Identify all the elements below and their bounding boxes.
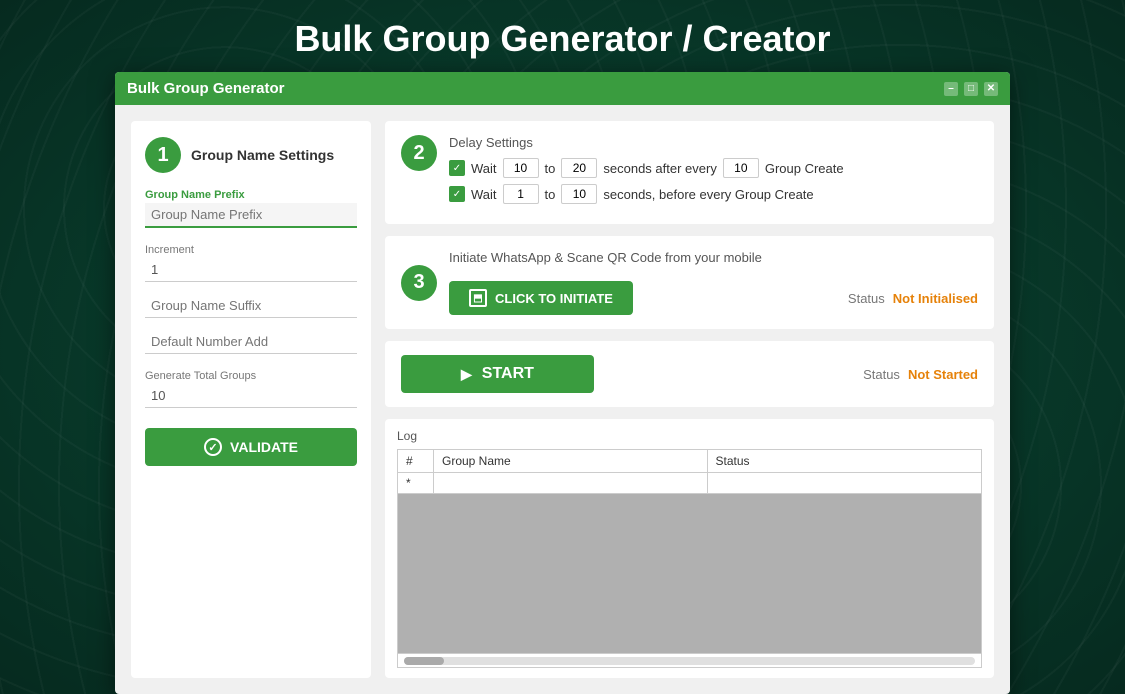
- step3-circle: 3: [401, 265, 437, 301]
- step1-header: 1 Group Name Settings: [145, 137, 357, 173]
- minimize-button[interactable]: –: [944, 82, 958, 96]
- log-table-wrapper: # Group Name Status *: [397, 449, 982, 668]
- close-button[interactable]: ✕: [984, 82, 998, 96]
- start-row: ▶ START Status Not Started: [401, 351, 978, 397]
- app-window: Bulk Group Generator – □ ✕ 1 Group Name …: [115, 72, 1010, 694]
- delay-card-step: 2 Delay Settings Wait to seconds after e…: [401, 135, 978, 210]
- delay-wait-2: Wait: [471, 187, 497, 202]
- delay-wait-1: Wait: [471, 161, 497, 176]
- log-col-num: #: [398, 450, 434, 472]
- prefix-input[interactable]: [145, 203, 357, 228]
- initiate-status-label: Status: [848, 291, 885, 306]
- step2-circle: 2: [401, 135, 437, 171]
- initiate-button[interactable]: ⬒ CLICK TO INITIATE: [449, 281, 633, 315]
- delay-checkbox-1[interactable]: [449, 160, 465, 176]
- log-col-status: Status: [708, 450, 982, 472]
- maximize-button[interactable]: □: [964, 82, 978, 96]
- delay-from-1[interactable]: [503, 158, 539, 178]
- table-row: *: [398, 473, 981, 494]
- delay-checkbox-2[interactable]: [449, 186, 465, 202]
- increment-label: Increment: [145, 244, 357, 256]
- increment-input[interactable]: [145, 258, 357, 282]
- check-icon: ✓: [204, 438, 222, 456]
- initiate-label: CLICK TO INITIATE: [495, 291, 613, 306]
- delay-row-1: Wait to seconds after every Group Create: [449, 158, 978, 178]
- delay-from-2[interactable]: [503, 184, 539, 204]
- initiate-card-step: 3 Initiate WhatsApp & Scane QR Code from…: [401, 250, 978, 315]
- play-icon: ▶: [461, 366, 472, 383]
- delay-card: 2 Delay Settings Wait to seconds after e…: [385, 121, 994, 224]
- main-content: 1 Group Name Settings Group Name Prefix …: [115, 105, 1010, 694]
- suffix-input[interactable]: [145, 294, 357, 318]
- delay-to-label-1: to: [545, 161, 556, 176]
- total-groups-label: Generate Total Groups: [145, 370, 357, 382]
- log-table-header: # Group Name Status: [398, 450, 981, 473]
- scrollbar-thumb[interactable]: [404, 657, 444, 665]
- initiate-card: 3 Initiate WhatsApp & Scane QR Code from…: [385, 236, 994, 329]
- delay-card-body: Delay Settings Wait to seconds after eve…: [449, 135, 978, 210]
- delay-to-1[interactable]: [561, 158, 597, 178]
- scrollbar-track[interactable]: [404, 657, 975, 665]
- delay-to-label-2: to: [545, 187, 556, 202]
- prefix-field: Group Name Prefix: [145, 189, 357, 228]
- delay-every-1[interactable]: [723, 158, 759, 178]
- initiate-body: Initiate WhatsApp & Scane QR Code from y…: [449, 250, 978, 315]
- default-number-input[interactable]: [145, 330, 357, 354]
- start-status-value: Not Started: [908, 367, 978, 382]
- log-td-status: [708, 473, 982, 493]
- start-button[interactable]: ▶ START: [401, 355, 594, 393]
- delay-suffix-2: seconds, before every Group Create: [603, 187, 813, 202]
- validate-label: VALIDATE: [230, 439, 298, 455]
- initiate-title: Initiate WhatsApp & Scane QR Code from y…: [449, 250, 978, 265]
- delay-title: Delay Settings: [449, 135, 978, 150]
- delay-suffix-1: seconds after every: [603, 161, 716, 176]
- log-col-group-name: Group Name: [434, 450, 708, 472]
- suffix-field: [145, 294, 357, 318]
- start-label: START: [482, 365, 534, 383]
- total-groups-input[interactable]: [145, 384, 357, 408]
- total-groups-field: Generate Total Groups: [145, 366, 357, 408]
- log-td-group-name: [434, 473, 708, 493]
- log-table-footer: [398, 653, 981, 667]
- window-title: Bulk Group Generator: [127, 80, 285, 97]
- step1-circle: 1: [145, 137, 181, 173]
- start-card: ▶ START Status Not Started: [385, 341, 994, 407]
- delay-row-2: Wait to seconds, before every Group Crea…: [449, 184, 978, 204]
- titlebar-controls: – □ ✕: [944, 82, 998, 96]
- delay-to-2[interactable]: [561, 184, 597, 204]
- step1-title: Group Name Settings: [191, 147, 334, 163]
- initiate-status-area: Status Not Initialised: [848, 291, 978, 306]
- right-panel: 2 Delay Settings Wait to seconds after e…: [385, 121, 994, 678]
- log-table-body: *: [398, 473, 981, 653]
- start-status-label: Status: [863, 367, 900, 382]
- page-title: Bulk Group Generator / Creator: [0, 0, 1125, 72]
- validate-button[interactable]: ✓ VALIDATE: [145, 428, 357, 466]
- left-panel: 1 Group Name Settings Group Name Prefix …: [131, 121, 371, 678]
- default-number-field: [145, 330, 357, 354]
- prefix-label: Group Name Prefix: [145, 189, 357, 201]
- increment-field: Increment: [145, 240, 357, 282]
- initiate-icon: ⬒: [469, 289, 487, 307]
- log-td-num: *: [398, 473, 434, 493]
- delay-end-1: Group Create: [765, 161, 844, 176]
- titlebar: Bulk Group Generator – □ ✕: [115, 72, 1010, 105]
- start-status-area: Status Not Started: [863, 367, 978, 382]
- log-section: Log # Group Name Status *: [385, 419, 994, 678]
- log-label: Log: [397, 429, 982, 443]
- initiate-status-value: Not Initialised: [893, 291, 978, 306]
